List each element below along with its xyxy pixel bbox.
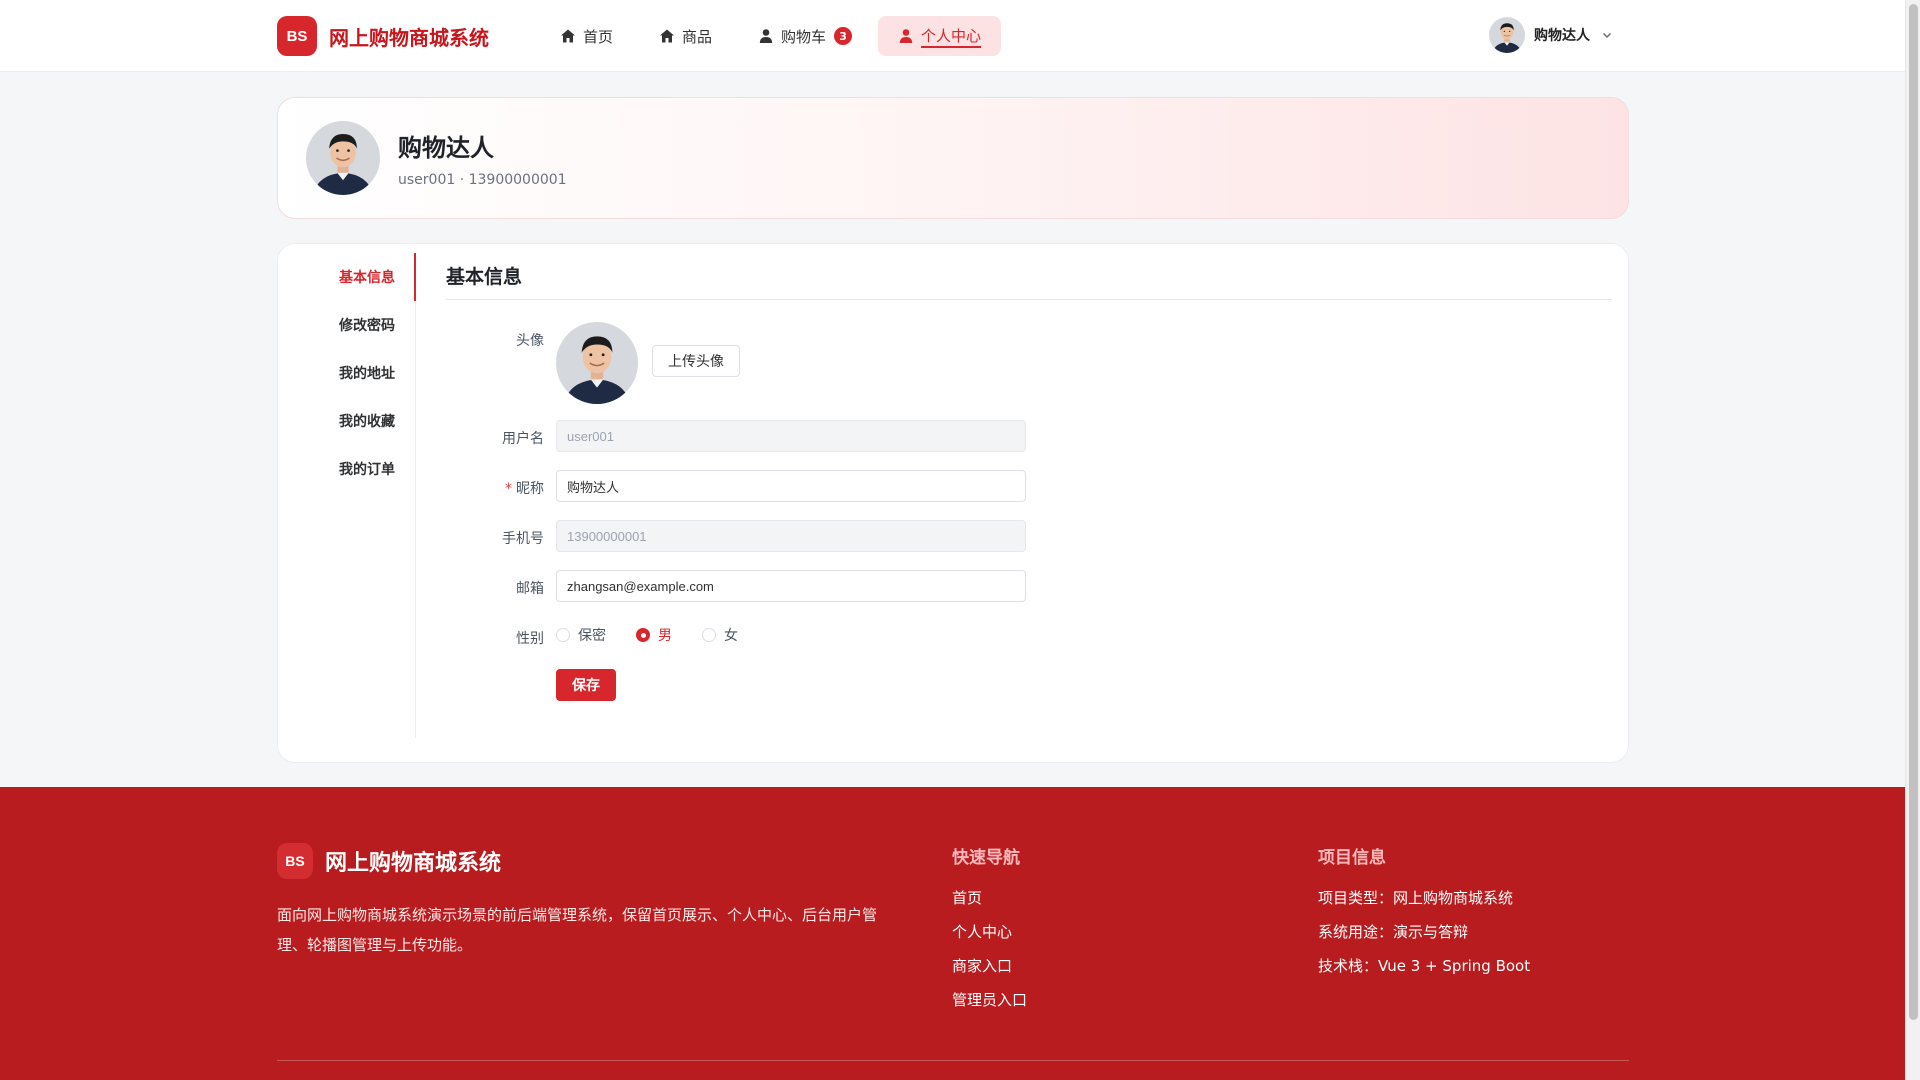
- chevron-down-icon: [1603, 33, 1611, 38]
- nickname-input[interactable]: [556, 470, 1026, 502]
- email-input[interactable]: [556, 570, 1026, 602]
- cart-count-badge: 3: [834, 27, 853, 45]
- scrollbar-thumb[interactable]: [1909, 4, 1918, 1020]
- avatar-label: 头像: [516, 333, 544, 349]
- project-info-purpose: 系统用途：演示与答辩: [1318, 923, 1469, 941]
- radio-dot: [556, 628, 570, 642]
- nav-cart[interactable]: 购物车 3: [738, 16, 872, 56]
- username-input: [556, 420, 1026, 452]
- project-info-stack: 技术栈：Vue 3 + Spring Boot: [1318, 957, 1531, 975]
- username-label: 用户名: [502, 431, 544, 447]
- profile-card: 购物达人 user001 · 13900000001: [277, 97, 1629, 219]
- footer-link-home[interactable]: 首页: [952, 888, 1027, 922]
- nav-products-label: 商品: [682, 27, 713, 46]
- quick-nav-title: 快速导航: [952, 848, 1020, 868]
- gender-radio-group: 保密 男 女: [556, 625, 768, 645]
- footer-link-profile[interactable]: 个人中心: [952, 922, 1027, 956]
- brand-title: 网上购物商城系统: [329, 25, 489, 50]
- project-info-type: 项目类型：网上购物商城系统: [1318, 889, 1514, 907]
- phone-label: 手机号: [502, 531, 544, 547]
- top-header: BS 网上购物商城系统 首页 商品 购物车 3 个人中心 购物达人: [0, 0, 1905, 72]
- main-nav: 首页 商品 购物车 3 个人中心: [540, 16, 1007, 56]
- page-scrollbar[interactable]: [1905, 0, 1920, 1080]
- nav-products[interactable]: 商品: [639, 16, 732, 56]
- side-item-my-favorites[interactable]: 我的收藏: [278, 397, 415, 445]
- footer-description: 面向网上购物商城系统演示场景的前后端管理系统，保留首页展示、个人中心、后台用户管…: [277, 906, 878, 954]
- gender-radio-male[interactable]: 男: [636, 625, 672, 645]
- nav-home[interactable]: 首页: [540, 16, 633, 56]
- side-item-change-password[interactable]: 修改密码: [278, 301, 415, 349]
- nav-home-label: 首页: [583, 27, 614, 46]
- footer-quick-nav: 快速导航 首页 个人中心 商家入口 管理员入口: [952, 843, 1027, 1024]
- gender-radio-secret[interactable]: 保密: [556, 625, 606, 645]
- brand[interactable]: BS 网上购物商城系统: [277, 16, 489, 56]
- footer: BS 网上购物商城系统 面向网上购物商城系统演示场景的前后端管理系统，保留首页展…: [0, 787, 1905, 1080]
- nickname-label: * 昵称: [444, 478, 544, 498]
- footer-divider: [277, 1060, 1629, 1061]
- footer-logo: BS: [277, 843, 313, 879]
- header-user-name: 购物达人: [1534, 28, 1590, 44]
- radio-dot: [702, 628, 716, 642]
- nav-profile[interactable]: 个人中心: [878, 16, 1002, 56]
- gender-option-label: 男: [658, 628, 672, 644]
- project-info-title: 项目信息: [1318, 848, 1386, 868]
- phone-input: [556, 520, 1026, 552]
- footer-project-info: 项目信息 项目类型：网上购物商城系统 系统用途：演示与答辩 技术栈：Vue 3 …: [1318, 843, 1530, 990]
- upload-avatar-button[interactable]: 上传头像: [652, 345, 740, 377]
- avatar-preview[interactable]: [556, 322, 638, 404]
- side-item-basic-info[interactable]: 基本信息: [278, 253, 416, 301]
- section-divider: [446, 299, 1612, 300]
- gender-option-label: 女: [724, 628, 738, 644]
- email-label: 邮箱: [516, 581, 544, 597]
- profile-avatar: [306, 121, 380, 195]
- profile-sub: user001 · 13900000001: [398, 172, 567, 188]
- footer-link-admin[interactable]: 管理员入口: [952, 990, 1027, 1024]
- home-icon: [561, 29, 575, 43]
- required-mark: *: [505, 481, 512, 497]
- radio-dot: [636, 628, 650, 642]
- footer-title: 网上购物商城系统: [325, 851, 502, 876]
- brand-logo: BS: [277, 16, 317, 56]
- side-item-my-address[interactable]: 我的地址: [278, 349, 415, 397]
- profile-side-menu: 基本信息 修改密码 我的地址 我的收藏 我的订单: [278, 253, 416, 738]
- side-item-my-orders[interactable]: 我的订单: [278, 445, 415, 493]
- nav-cart-label: 购物车: [781, 27, 827, 46]
- user-menu[interactable]: 购物达人: [1489, 17, 1612, 53]
- nav-profile-label: 个人中心: [921, 25, 982, 48]
- nickname-label-text: 昵称: [516, 481, 544, 497]
- profile-name: 购物达人: [398, 134, 494, 162]
- gender-radio-female[interactable]: 女: [702, 625, 738, 645]
- home-icon: [660, 29, 675, 43]
- section-title: 基本信息: [446, 266, 523, 288]
- avatar: [1489, 17, 1525, 53]
- footer-link-merchant[interactable]: 商家入口: [952, 956, 1027, 990]
- save-button[interactable]: 保存: [556, 669, 616, 701]
- user-icon: [759, 29, 773, 43]
- settings-panel: 基本信息 修改密码 我的地址 我的收藏 我的订单 基本信息 头像 上传头像 用户…: [277, 243, 1629, 763]
- gender-option-label: 保密: [578, 628, 606, 644]
- gender-label: 性别: [516, 631, 544, 647]
- footer-brand: BS 网上购物商城系统: [277, 843, 501, 879]
- user-icon: [899, 29, 913, 43]
